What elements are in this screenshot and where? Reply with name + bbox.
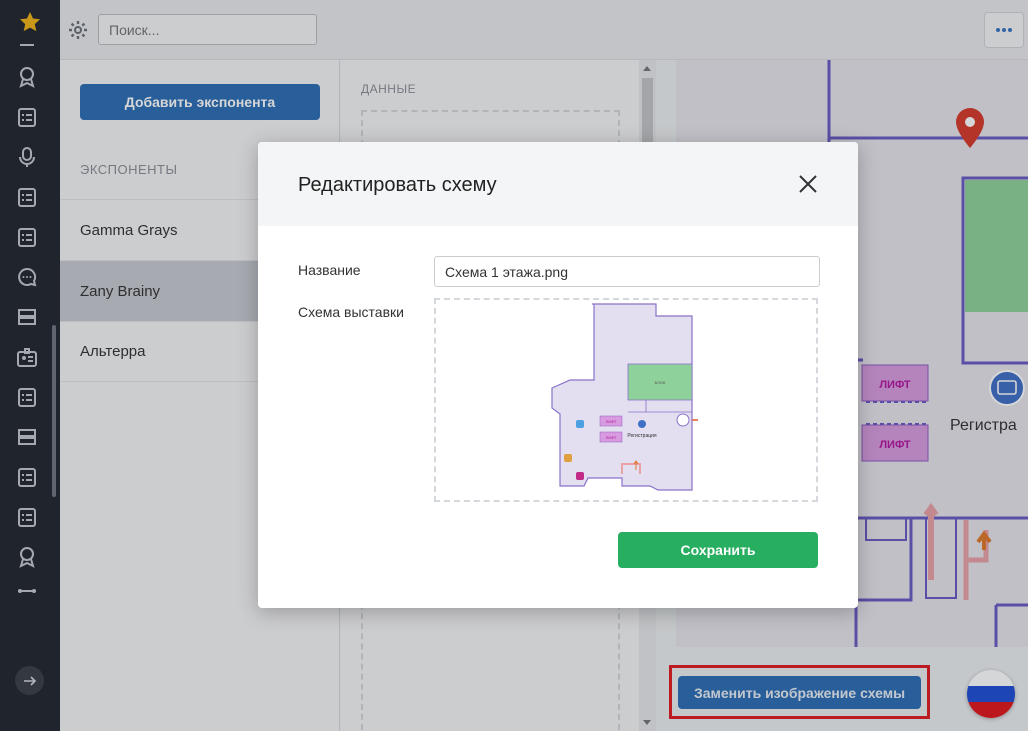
scheme-image-dropzone[interactable]: БЛОК ЛИФТ ЛИФТ Регистрация <box>434 298 818 502</box>
name-field-label: Название <box>298 262 361 278</box>
scheme-field-label: Схема выставки <box>298 304 404 320</box>
modal-title: Редактировать схему <box>298 174 497 196</box>
thumb-block-label: БЛОК <box>655 380 666 385</box>
thumb-lift-label: ЛИФТ <box>606 419 617 424</box>
scheme-thumbnail: БЛОК ЛИФТ ЛИФТ Регистрация <box>551 303 698 491</box>
scheme-name-input[interactable] <box>434 256 820 287</box>
edit-scheme-modal: Редактировать схему Название Схема выста… <box>258 142 858 608</box>
modal-header: Редактировать схему <box>258 142 858 226</box>
thumb-lift-label: ЛИФТ <box>606 435 617 440</box>
thumb-registration-label: Регистрация <box>627 433 657 439</box>
close-icon[interactable] <box>796 172 820 196</box>
save-button[interactable]: Сохранить <box>618 532 818 568</box>
